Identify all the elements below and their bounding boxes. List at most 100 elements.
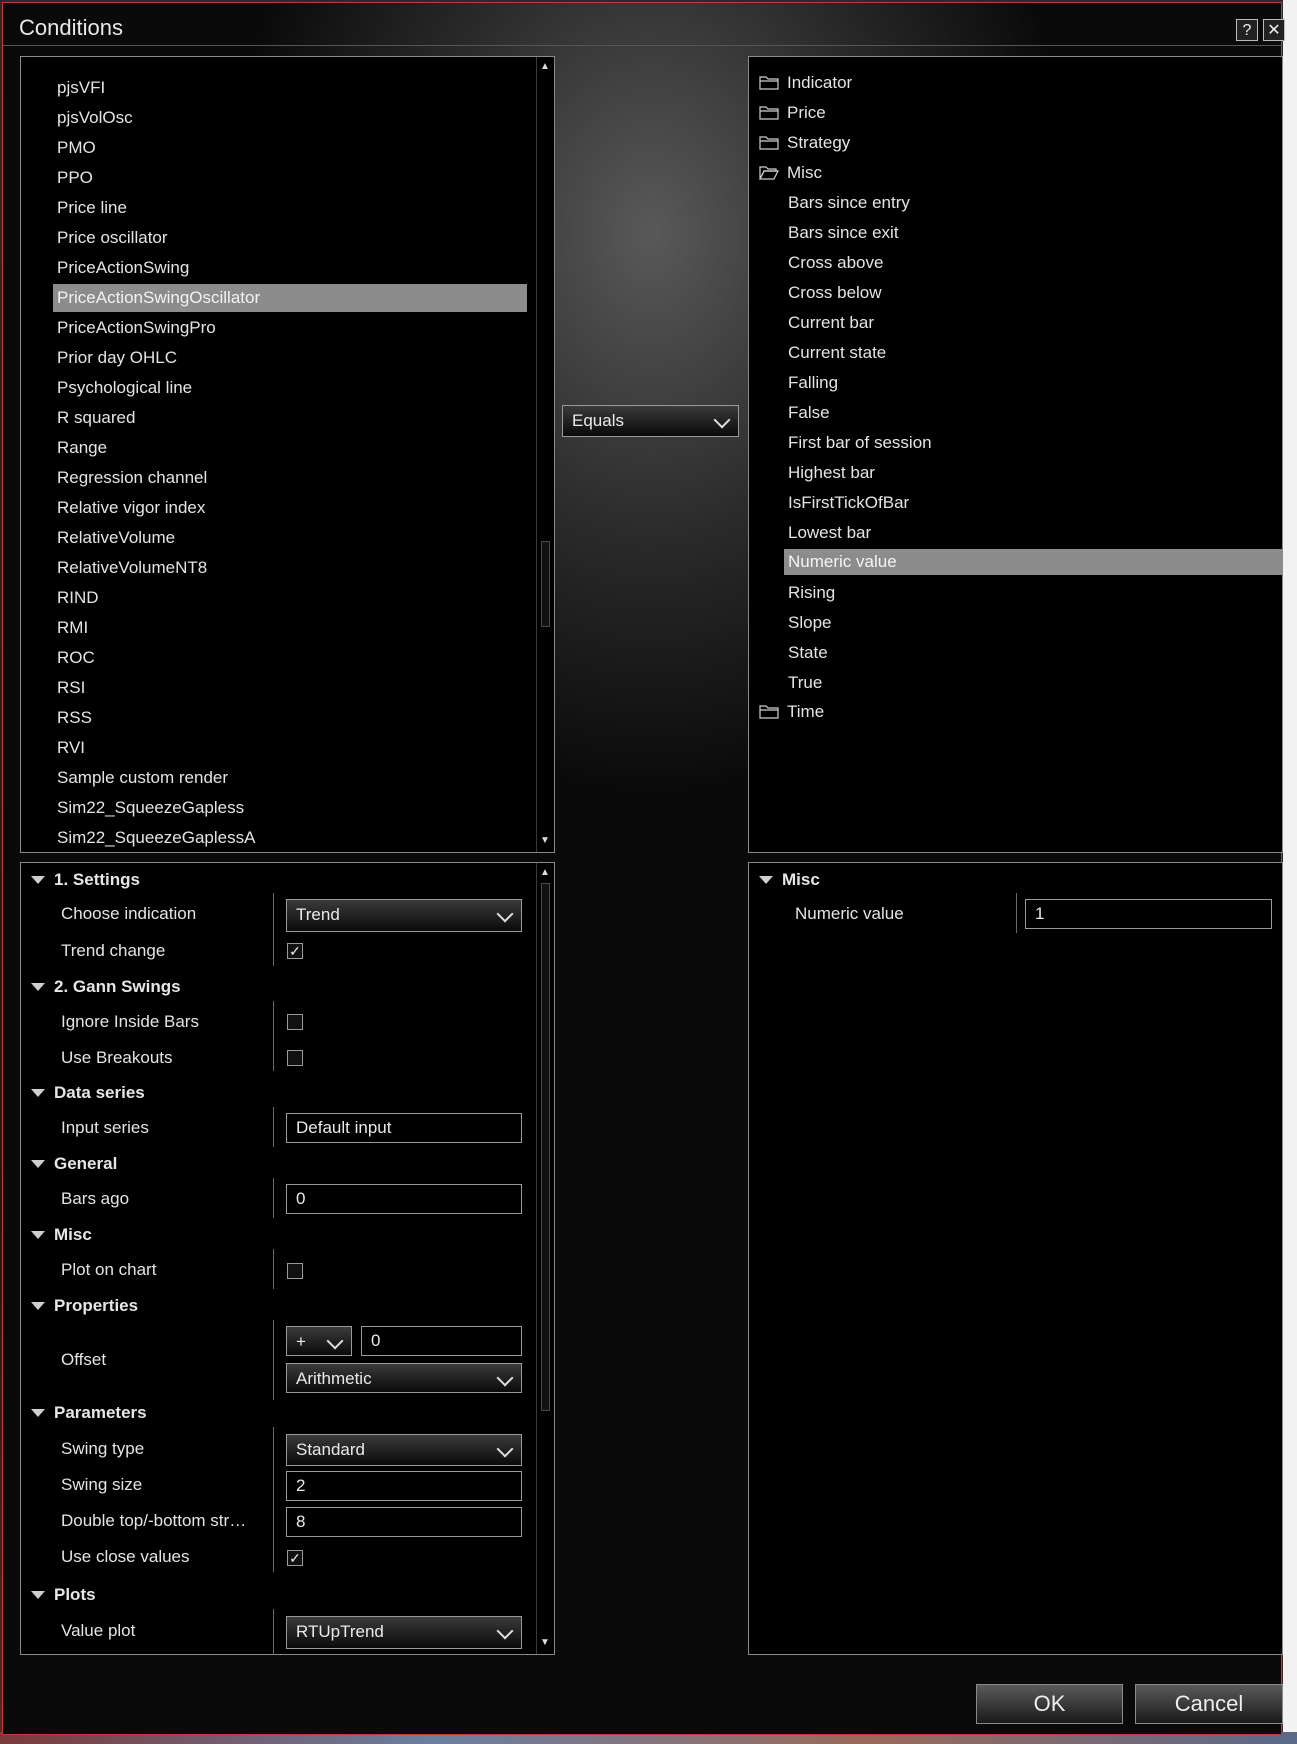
offset-value-field[interactable]: 0 [361,1326,522,1356]
collapse-triangle-icon[interactable] [759,876,773,884]
tree-item[interactable]: False [788,399,830,427]
scroll-up-icon[interactable]: ▲ [537,865,553,881]
list-item[interactable]: Range [57,434,107,462]
ok-button[interactable]: OK [976,1684,1123,1724]
scrollbar-thumb[interactable] [541,883,550,1411]
collapse-triangle-icon[interactable] [31,983,45,991]
collapse-triangle-icon[interactable] [31,1591,45,1599]
scroll-down-icon[interactable]: ▼ [537,833,553,849]
collapse-triangle-icon[interactable] [31,1302,45,1310]
indicator-list[interactable]: pjsVFI pjsVolOsc PMO PPO Price line Pric… [20,56,555,853]
list-item[interactable]: RelativeVolume [57,524,175,552]
ignore-inside-bars-checkbox[interactable] [287,1014,303,1030]
tree-item[interactable]: Cross below [788,279,882,307]
collapse-triangle-icon[interactable] [31,876,45,884]
list-item[interactable]: RelativeVolumeNT8 [57,554,207,582]
help-button[interactable]: ? [1236,19,1258,41]
swing-type-value: Standard [296,1440,365,1459]
tree-item[interactable]: First bar of session [788,429,932,457]
cancel-button[interactable]: Cancel [1135,1684,1283,1724]
list-item[interactable]: RIND [57,584,99,612]
list-item[interactable]: Price line [57,194,127,222]
list-item[interactable]: pjsVolOsc [57,104,133,132]
tree-item[interactable]: Slope [788,609,831,637]
close-button[interactable]: ✕ [1263,19,1285,41]
condition-properties-grid[interactable]: Misc Numeric value 1 [748,862,1283,1655]
scroll-up-icon[interactable]: ▲ [537,59,553,75]
properties-scrollbar[interactable]: ▲ ▼ [536,863,554,1654]
tree-item[interactable]: Cross above [788,249,883,277]
list-item[interactable]: Sim22_SqueezeGapless [57,794,244,822]
bars-ago-field[interactable]: 0 [286,1184,522,1214]
offset-type-dropdown[interactable]: Arithmetic [286,1363,522,1393]
list-item[interactable]: RMI [57,614,88,642]
scroll-down-icon[interactable]: ▼ [537,1635,553,1651]
tree-folder-misc[interactable]: Misc [787,159,822,187]
condition-tree[interactable]: Indicator Price Strategy Misc Bars since… [748,56,1283,853]
list-item[interactable]: PPO [57,164,93,192]
list-item[interactable]: PriceActionSwingPro [57,314,216,342]
use-breakouts-checkbox[interactable] [287,1050,303,1066]
category-properties: Properties [54,1296,139,1315]
indicator-properties-grid[interactable]: 1. Settings Choose indication Trend Tren… [20,862,555,1655]
operator-value: Equals [572,411,624,430]
trend-change-checkbox[interactable]: ✓ [287,943,303,959]
double-top-field[interactable]: 8 [286,1507,522,1537]
tree-item[interactable]: Current bar [788,309,874,337]
swing-type-dropdown[interactable]: Standard [286,1434,522,1466]
tree-folder-price[interactable]: Price [787,99,826,127]
conditions-dialog: Conditions ? ✕ pjsVFI pjsVolOsc PMO PPO … [2,2,1285,1735]
category-data-series: Data series [54,1083,145,1102]
tree-item[interactable]: True [788,669,822,697]
list-item[interactable]: R squared [57,404,135,432]
list-item[interactable]: Regression channel [57,464,207,492]
list-item[interactable]: Sim22_SqueezeGaplessA [57,824,255,852]
numeric-value-field[interactable]: 1 [1025,899,1272,929]
tree-item[interactable]: State [788,639,828,667]
list-item[interactable]: PriceActionSwing [57,254,189,282]
collapse-triangle-icon[interactable] [31,1409,45,1417]
plot-on-chart-checkbox[interactable] [287,1263,303,1279]
list-item[interactable]: Relative vigor index [57,494,205,522]
input-series-field[interactable]: Default input [286,1113,522,1143]
list-item[interactable]: pjsVFI [57,74,105,102]
tree-item[interactable]: Current state [788,339,886,367]
choose-indication-dropdown[interactable]: Trend [286,899,522,932]
list-item[interactable]: PMO [57,134,96,162]
swing-type-label: Swing type [61,1439,145,1458]
list-item[interactable]: RSS [57,704,92,732]
tree-folder-strategy[interactable]: Strategy [787,129,850,157]
list-item[interactable]: Price oscillator [57,224,168,252]
folder-open-icon [759,166,779,180]
list-item-selected[interactable]: PriceActionSwingOscillator [53,284,527,312]
indicator-list-scrollbar[interactable]: ▲ ▼ [536,57,554,852]
list-item[interactable]: RVI [57,734,85,762]
tree-folder-time[interactable]: Time [787,698,824,726]
collapse-triangle-icon[interactable] [31,1160,45,1168]
use-close-values-checkbox[interactable]: ✓ [287,1550,303,1566]
value-plot-dropdown[interactable]: RTUpTrend [286,1616,522,1649]
tree-item[interactable]: Rising [788,579,835,607]
list-item[interactable]: ROC [57,644,95,672]
scrollbar-thumb[interactable] [541,541,550,627]
tree-item[interactable]: Falling [788,369,838,397]
tree-item[interactable]: IsFirstTickOfBar [788,489,909,517]
tree-item[interactable]: Highest bar [788,459,875,487]
operator-dropdown[interactable]: Equals [562,405,739,437]
collapse-triangle-icon[interactable] [31,1231,45,1239]
choose-indication-label: Choose indication [61,904,197,923]
offset-sign-dropdown[interactable]: + [286,1326,352,1356]
tree-item[interactable]: Bars since entry [788,189,910,217]
list-item[interactable]: Sample custom render [57,764,228,792]
tree-item[interactable]: Bars since exit [788,219,899,247]
category-general: General [54,1154,118,1173]
tree-item-selected[interactable]: Numeric value [788,548,897,576]
swing-size-field[interactable]: 2 [286,1471,522,1501]
collapse-triangle-icon[interactable] [31,1089,45,1097]
tree-folder-indicator[interactable]: Indicator [787,69,852,97]
tree-item[interactable]: Lowest bar [788,519,871,547]
list-item[interactable]: RSI [57,674,85,702]
list-item[interactable]: Prior day OHLC [57,344,177,372]
grid-divider [273,1427,274,1572]
list-item[interactable]: Psychological line [57,374,192,402]
